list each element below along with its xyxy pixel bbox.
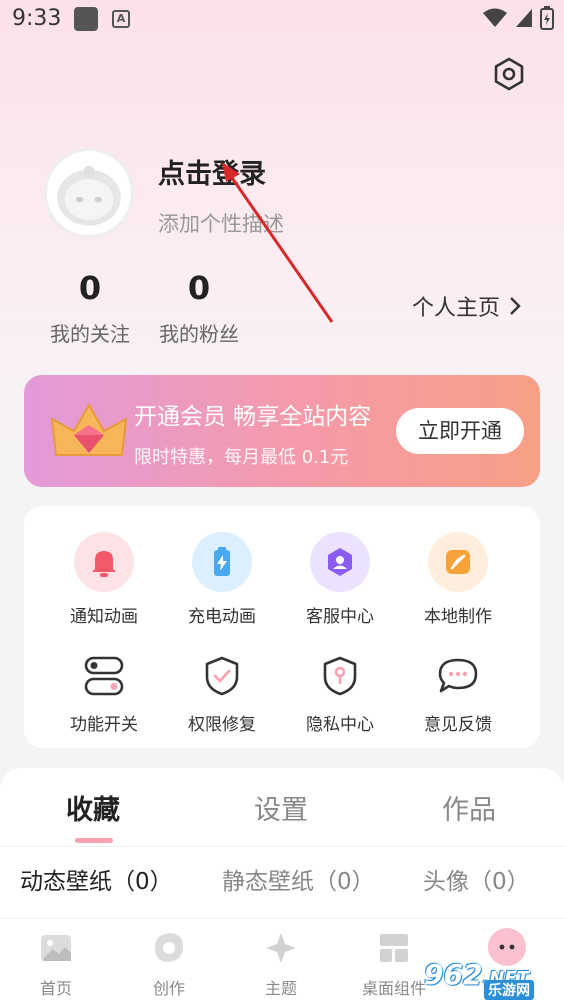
features-card: 通知动画 充电动画 客服中心 本地制作 功能开关 权限修复 隐私中心 意见反馈 <box>24 506 540 748</box>
bell-icon <box>74 532 134 592</box>
feature-permission-repair[interactable]: 权限修复 <box>163 652 281 735</box>
subtab-live-wallpaper[interactable]: 动态壁纸（0） <box>20 862 173 896</box>
feature-support-center[interactable]: 客服中心 <box>281 532 399 627</box>
chevron-right-icon <box>510 297 521 315</box>
toggle-icon <box>74 652 134 700</box>
feature-label: 意见反馈 <box>424 715 492 735</box>
vip-open-button[interactable]: 立即开通 <box>396 408 524 454</box>
status-time: 9:33 <box>12 6 62 31</box>
divider <box>0 846 564 847</box>
shield-check-icon <box>192 652 252 700</box>
notification-icon <box>74 7 98 31</box>
avatar[interactable] <box>44 148 134 238</box>
feature-charging-animation[interactable]: 充电动画 <box>163 532 281 627</box>
mountain-icon <box>41 935 71 961</box>
chat-icon <box>428 652 488 700</box>
battery-status-icon <box>540 6 554 30</box>
feature-notification-animation[interactable]: 通知动画 <box>45 532 163 627</box>
bio-placeholder[interactable]: 添加个性描述 <box>158 208 284 238</box>
keyboard-icon: A <box>112 10 130 28</box>
battery-icon <box>192 532 252 592</box>
signal-icon <box>516 9 532 27</box>
feature-label: 本地制作 <box>424 607 492 627</box>
feature-privacy-center[interactable]: 隐私中心 <box>281 652 399 735</box>
feature-label: 充电动画 <box>188 607 256 627</box>
nav-label: 创作 <box>152 979 185 998</box>
feature-local-create[interactable]: 本地制作 <box>399 532 517 627</box>
nav-label: 主题 <box>264 979 297 998</box>
homepage-link-label: 个人主页 <box>412 296 501 321</box>
nav-home[interactable]: 首页 <box>6 931 106 999</box>
login-title[interactable]: 点击登录 <box>158 152 266 191</box>
sparkle-icon <box>266 933 296 963</box>
tab-favorites[interactable]: 收藏 <box>66 788 120 827</box>
vip-banner[interactable]: 开通会员 畅享全站内容 限时特惠，每月最低 0.1元 立即开通 <box>24 375 540 487</box>
feature-feedback[interactable]: 意见反馈 <box>399 652 517 735</box>
settings-gear-icon[interactable] <box>491 56 527 92</box>
status-bar: 9:33 A <box>0 0 564 40</box>
nav-label: 首页 <box>39 979 72 998</box>
following-label: 我的关注 <box>50 322 130 346</box>
following-count: 0 <box>78 269 102 307</box>
subtab-avatar[interactable]: 头像（0） <box>423 862 530 896</box>
followers-label: 我的粉丝 <box>159 322 239 346</box>
following-stat[interactable]: 0 我的关注 <box>40 268 140 347</box>
homepage-link[interactable]: 个人主页 <box>412 290 522 322</box>
watermark-number: 962 <box>424 958 483 991</box>
active-tab-indicator <box>75 838 113 843</box>
default-avatar-icon <box>57 165 121 226</box>
watermark-subtext: 乐游网 <box>484 980 534 1000</box>
feature-label: 权限修复 <box>188 715 256 735</box>
site-watermark: 962.NET 乐游网 <box>424 958 558 1000</box>
vip-subtitle: 限时特惠，每月最低 0.1元 <box>134 447 349 468</box>
status-icons <box>482 6 554 30</box>
nav-create[interactable]: 创作 <box>119 931 219 999</box>
wifi-icon <box>483 8 507 27</box>
support-icon <box>310 532 370 592</box>
tab-works[interactable]: 作品 <box>442 788 496 827</box>
tab-settings[interactable]: 设置 <box>254 788 308 827</box>
followers-stat[interactable]: 0 我的粉丝 <box>149 268 249 347</box>
crown-diamond-icon <box>50 402 128 456</box>
nav-theme[interactable]: 主题 <box>231 931 331 999</box>
pen-icon <box>428 532 488 592</box>
followers-count: 0 <box>187 269 211 307</box>
vip-title: 开通会员 畅享全站内容 <box>134 404 372 430</box>
feature-label: 客服中心 <box>306 607 374 627</box>
feature-label: 通知动画 <box>70 607 138 627</box>
widget-icon <box>380 934 408 962</box>
feature-function-switch[interactable]: 功能开关 <box>45 652 163 735</box>
lock-shield-icon <box>310 652 370 700</box>
subtab-static-wallpaper[interactable]: 静态壁纸（0） <box>222 862 375 896</box>
feature-label: 功能开关 <box>70 715 138 735</box>
feature-label: 隐私中心 <box>306 715 374 735</box>
create-icon <box>154 933 184 963</box>
